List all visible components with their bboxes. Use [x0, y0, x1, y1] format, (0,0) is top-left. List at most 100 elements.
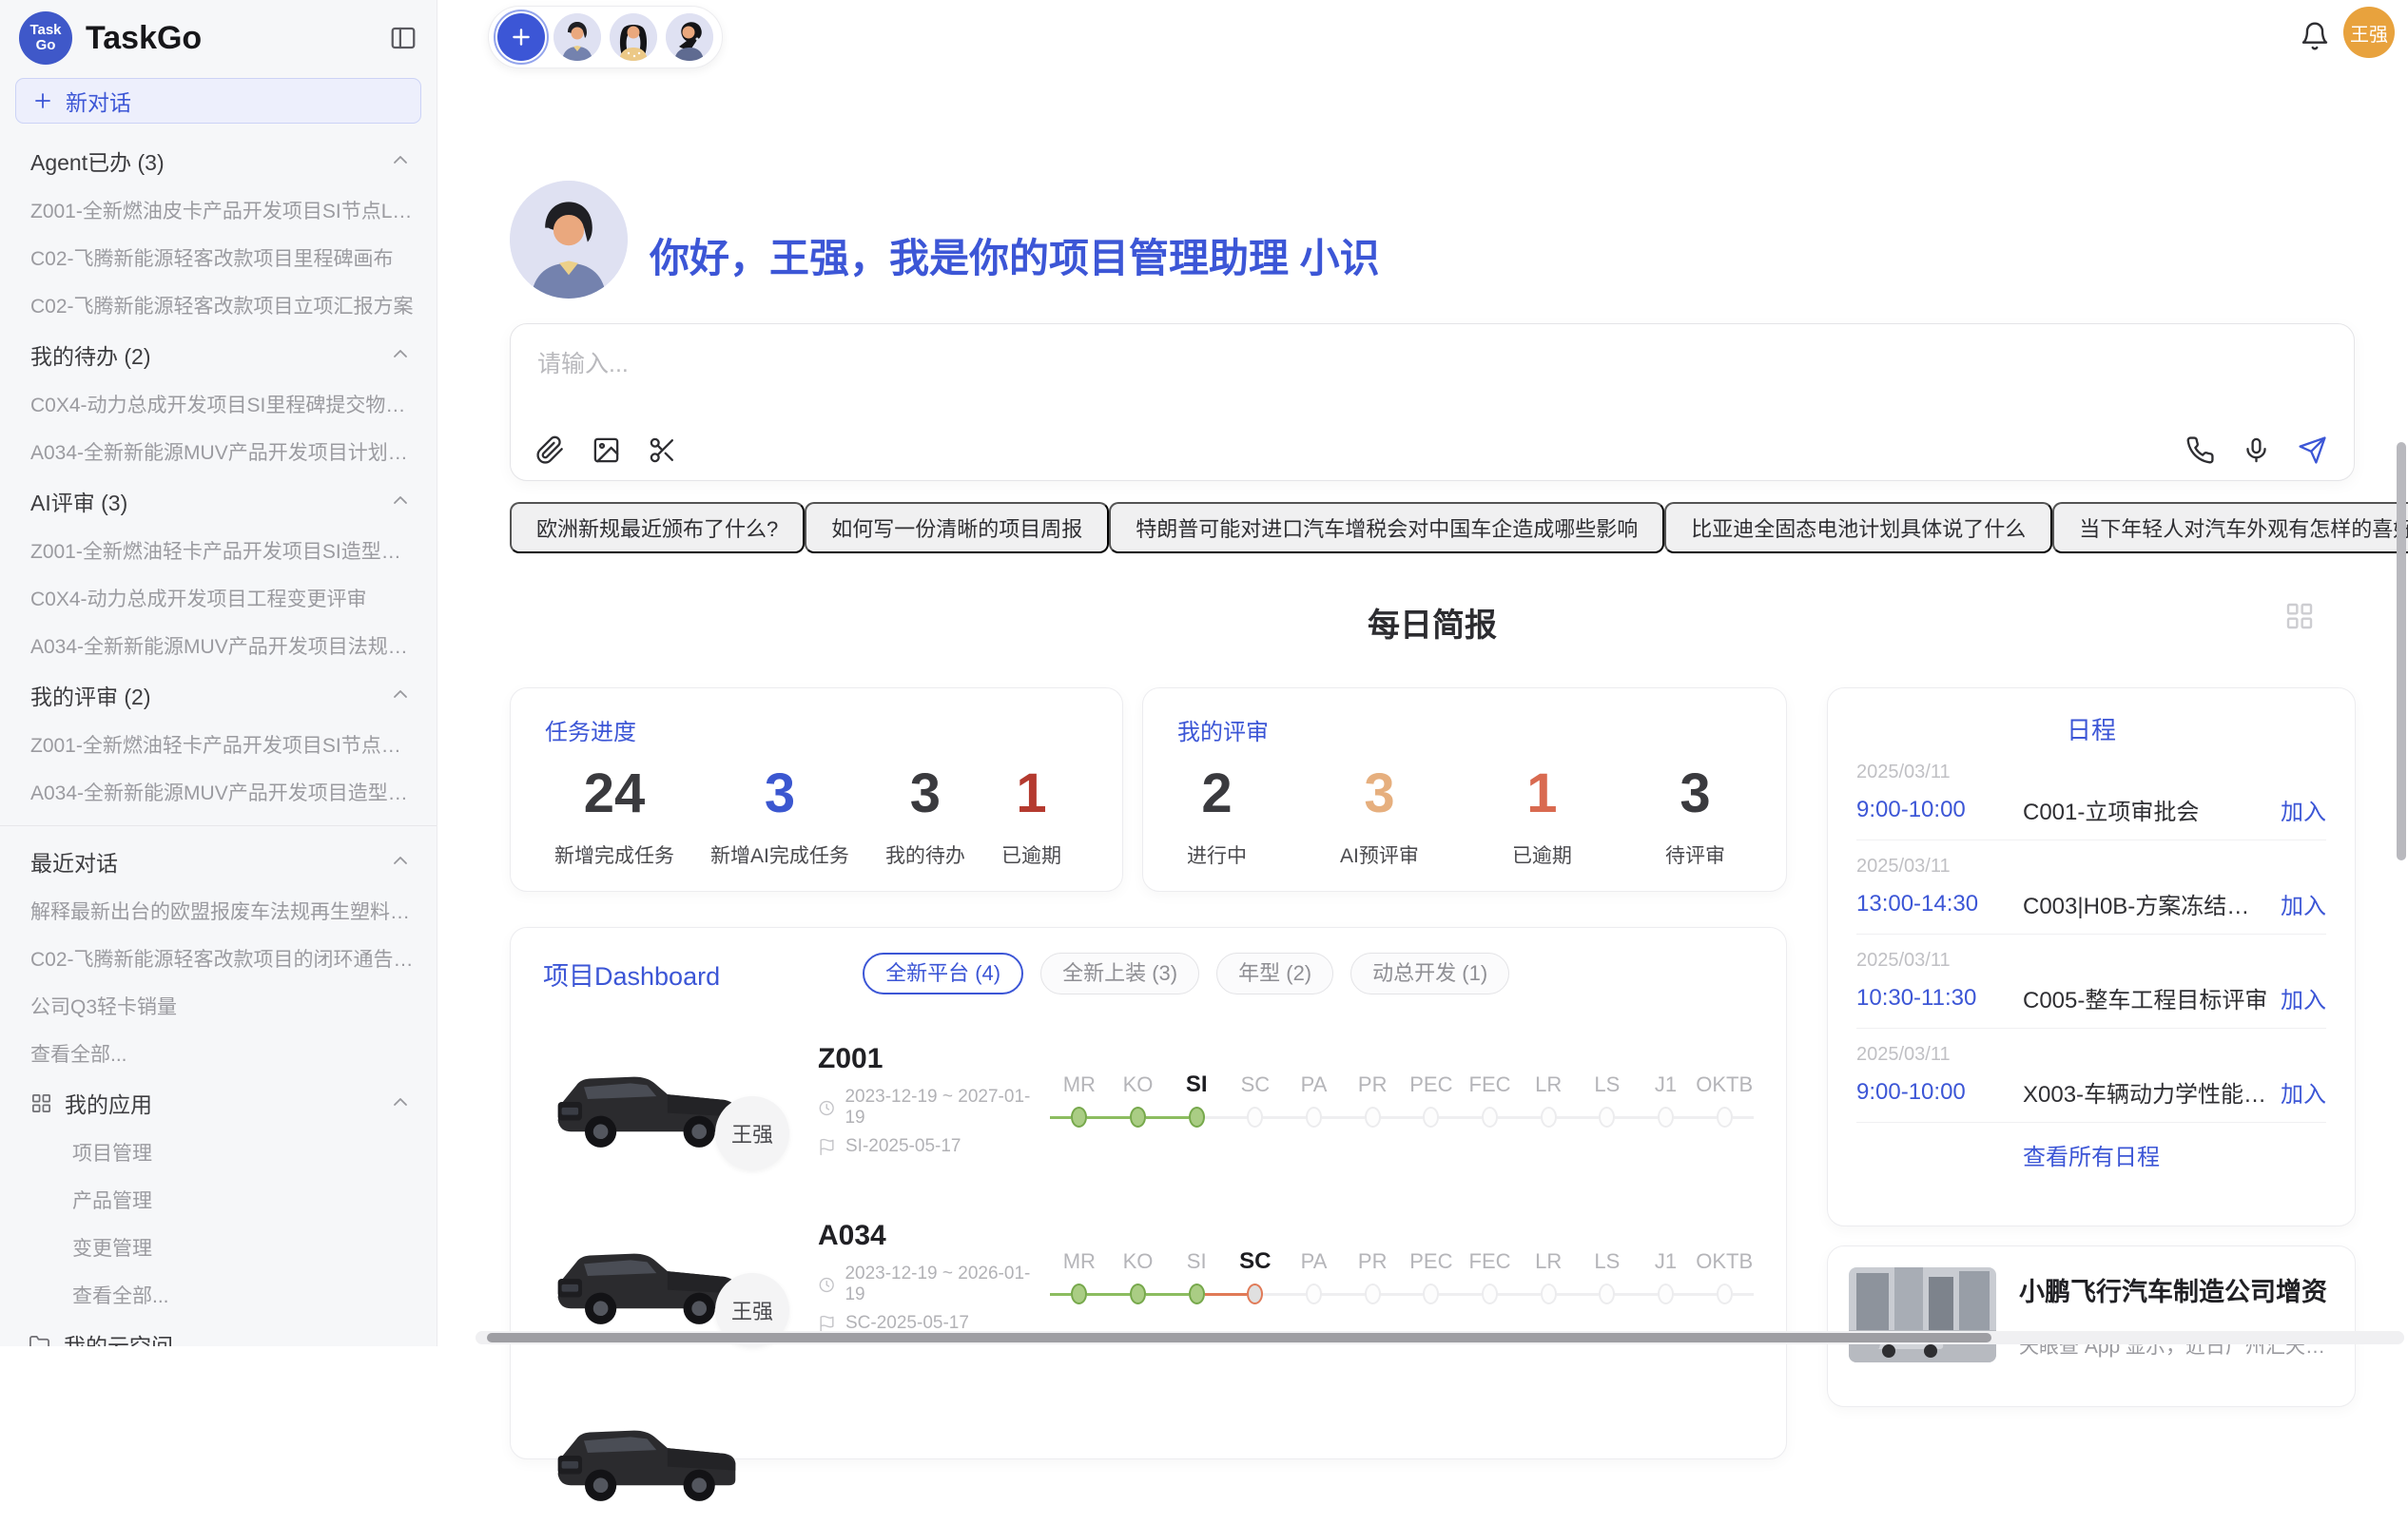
attachment-icon[interactable] [535, 435, 565, 465]
milestone: SC [1226, 1071, 1285, 1129]
suggestion-chip[interactable]: 比亚迪全固态电池计划具体说了什么 [1664, 502, 2052, 553]
milestone-segment [1263, 1293, 1284, 1296]
layout-grid-icon[interactable] [2284, 601, 2315, 631]
horizontal-scrollbar-thumb[interactable] [487, 1333, 1991, 1342]
send-icon[interactable] [2298, 435, 2327, 465]
news-card[interactable]: 小鹏飞行汽车制造公司增资 天眼查 App 显示，近日广州汇天飞行汽... [1827, 1245, 2356, 1407]
schedule-event[interactable]: 2025/03/11 9:00-10:00 X003-车辆动力学性能验... 加… [1856, 1029, 2326, 1123]
sidebar-section-title: AI评审 (3) [30, 485, 127, 517]
milestone-segment [1109, 1116, 1130, 1119]
sidebar-item[interactable]: Z001-全新燃油皮卡产品开发项目SI节点Lesson Learn报告 [0, 186, 437, 234]
milestone-row: MR KO [1050, 1071, 1754, 1129]
stat-value: 1 [1512, 762, 1572, 825]
suggestion-chip[interactable]: 特朗普可能对进口汽车增税会对中国车企造成哪些影响 [1109, 502, 1664, 553]
milestone-label: KO [1109, 1071, 1168, 1099]
sidebar-section-header-apps[interactable]: 我的应用 [0, 1077, 437, 1129]
milestone-segment [1226, 1116, 1247, 1119]
event-time: 9:00-10:00 [1856, 797, 2023, 823]
milestone-label: LS [1578, 1247, 1637, 1276]
sidebar-item[interactable]: 解释最新出台的欧盟报废车法规再生塑料比例被调至15%... [0, 887, 437, 935]
sidebar-item[interactable]: 公司Q3轻卡销量 [0, 982, 437, 1030]
schedule-event[interactable]: 2025/03/11 9:00-10:00 C001-立项审批会 加入 [1856, 746, 2326, 840]
sidebar-item[interactable]: A034-全新新能源MUV产品开发项目法规符合性评审 [0, 622, 437, 669]
chevron-up-icon[interactable] [389, 343, 412, 366]
user-avatar[interactable]: 王强 [2343, 7, 2395, 58]
milestone-segment [1167, 1293, 1188, 1296]
dashboard-tab[interactable]: 年型 (2) [1216, 953, 1333, 994]
horizontal-scrollbar-track[interactable] [476, 1331, 2404, 1344]
add-session-button[interactable] [497, 13, 545, 61]
sidebar-item[interactable]: C0X4-动力总成开发项目工程变更评审 [0, 574, 437, 622]
sidebar-section-header[interactable]: Agent已办 (3) [0, 135, 437, 186]
join-button[interactable]: 加入 [2281, 887, 2326, 920]
stat-label: 新增AI完成任务 [710, 840, 849, 869]
chevron-up-icon[interactable] [389, 149, 412, 172]
milestone-segment [1322, 1293, 1343, 1296]
sidebar-item[interactable]: Z001-全新燃油轻卡产品开发项目SI造型提交物评审 [0, 527, 437, 574]
sidebar-section-header-recent[interactable]: 最近对话 [0, 836, 437, 887]
milestone-label: FEC [1461, 1071, 1520, 1099]
sidebar-app-item[interactable]: 项目管理 [0, 1129, 437, 1176]
avatar[interactable] [553, 13, 601, 61]
sidebar-item[interactable]: C0X4-动力总成开发项目SI里程碑提交物检查 [0, 380, 437, 428]
sidebar-item[interactable]: Z001-全新燃油轻卡产品开发项目SI节点属性5D文件评审 [0, 721, 437, 768]
avatar[interactable] [666, 13, 713, 61]
schedule-event[interactable]: 2025/03/11 13:00-14:30 C003|H0B-方案冻结评审 加… [1856, 840, 2326, 935]
new-chat-button[interactable]: 新对话 [15, 78, 421, 124]
view-all-schedule-link[interactable]: 查看所有日程 [1856, 1123, 2326, 1171]
chevron-up-icon[interactable] [389, 850, 412, 873]
milestone: SI [1167, 1247, 1226, 1306]
project-car-image: 王强 [543, 1047, 748, 1153]
sidebar-item[interactable]: 查看全部... [0, 1030, 437, 1077]
dashboard-tab[interactable]: 全新上装 (3) [1040, 953, 1199, 994]
milestone-segment [1381, 1116, 1402, 1119]
sidebar-app-item[interactable]: 查看全部... [0, 1271, 437, 1319]
suggestion-chip[interactable]: 如何写一份清晰的项目周报 [805, 502, 1109, 553]
milestone-dot [1658, 1107, 1674, 1128]
milestone-segment [1087, 1293, 1108, 1296]
project-row[interactable]: 王强 A034 2023-12-19 ~ 2026-01-19 SC-2025-… [543, 1206, 1754, 1348]
event-name: X003-车辆动力学性能验... [2023, 1075, 2269, 1109]
image-upload-icon[interactable] [592, 435, 621, 465]
sidebar-item[interactable]: C02-飞腾新能源轻客改款项目立项汇报方案 [0, 281, 437, 329]
chevron-up-icon[interactable] [389, 490, 412, 512]
join-button[interactable]: 加入 [2281, 1075, 2326, 1109]
event-date: 2025/03/11 [1856, 1044, 2326, 1066]
sidebar-item-cloud-space[interactable]: 我的云空间 [0, 1319, 437, 1346]
join-button[interactable]: 加入 [2281, 793, 2326, 826]
avatar[interactable] [610, 13, 657, 61]
milestone-dot [1599, 1284, 1615, 1304]
microphone-icon[interactable] [2242, 435, 2271, 465]
join-button[interactable]: 加入 [2281, 981, 2326, 1014]
sidebar-app-item[interactable]: 变更管理 [0, 1224, 437, 1271]
suggestion-chip[interactable]: 欧洲新规最近颁布了什么? [510, 502, 805, 553]
chat-input[interactable] [537, 351, 1869, 378]
sidebar-section-header[interactable]: 我的待办 (2) [0, 329, 437, 380]
chevron-up-icon[interactable] [389, 1091, 412, 1114]
stat: 3 新增AI完成任务 [710, 762, 849, 869]
sidebar-item[interactable]: C02-飞腾新能源轻客改款项目的闭环通告反馈情况 [0, 935, 437, 982]
vertical-scrollbar-thumb[interactable] [2397, 442, 2406, 860]
scissors-icon[interactable] [648, 435, 677, 465]
project-row[interactable]: 王强 Z001 2023-12-19 ~ 2027-01-19 SI-2025-… [543, 1029, 1754, 1171]
sidebar-app-item[interactable]: 产品管理 [0, 1176, 437, 1224]
stat-value: 3 [885, 762, 965, 825]
sidebar-item[interactable]: A034-全新新能源MUV产品开发项目计划变更表编写 [0, 428, 437, 475]
card-title: 任务进度 [511, 688, 1122, 746]
sidebar-section-header[interactable]: 我的评审 (2) [0, 669, 437, 721]
notification-bell-icon[interactable] [2300, 21, 2330, 51]
dashboard-tab[interactable]: 动总开发 (1) [1350, 953, 1509, 994]
sidebar-item[interactable]: C02-飞腾新能源轻客改款项目里程碑画布 [0, 234, 437, 281]
suggestion-chip[interactable]: 当下年轻人对汽车外观有怎样的喜好趋势 [2052, 502, 2408, 553]
sidebar-item[interactable]: A034-全新新能源MUV产品开发项目造型可行性评审 [0, 768, 437, 816]
sidebar-collapse-icon[interactable] [389, 24, 418, 52]
milestone: SI [1167, 1071, 1226, 1129]
sidebar-section-header[interactable]: AI评审 (3) [0, 475, 437, 527]
chevron-up-icon[interactable] [389, 684, 412, 706]
dashboard-tab[interactable]: 全新平台 (4) [863, 953, 1023, 994]
sidebar-groups: Agent已办 (3) Z001-全新燃油皮卡产品开发项目SI节点Lesson … [0, 135, 437, 816]
phone-call-icon[interactable] [2185, 435, 2215, 465]
schedule-event[interactable]: 2025/03/11 10:30-11:30 C005-整车工程目标评审 加入 [1856, 935, 2326, 1029]
milestone-segment [1205, 1293, 1226, 1296]
milestone: SC [1226, 1247, 1285, 1306]
